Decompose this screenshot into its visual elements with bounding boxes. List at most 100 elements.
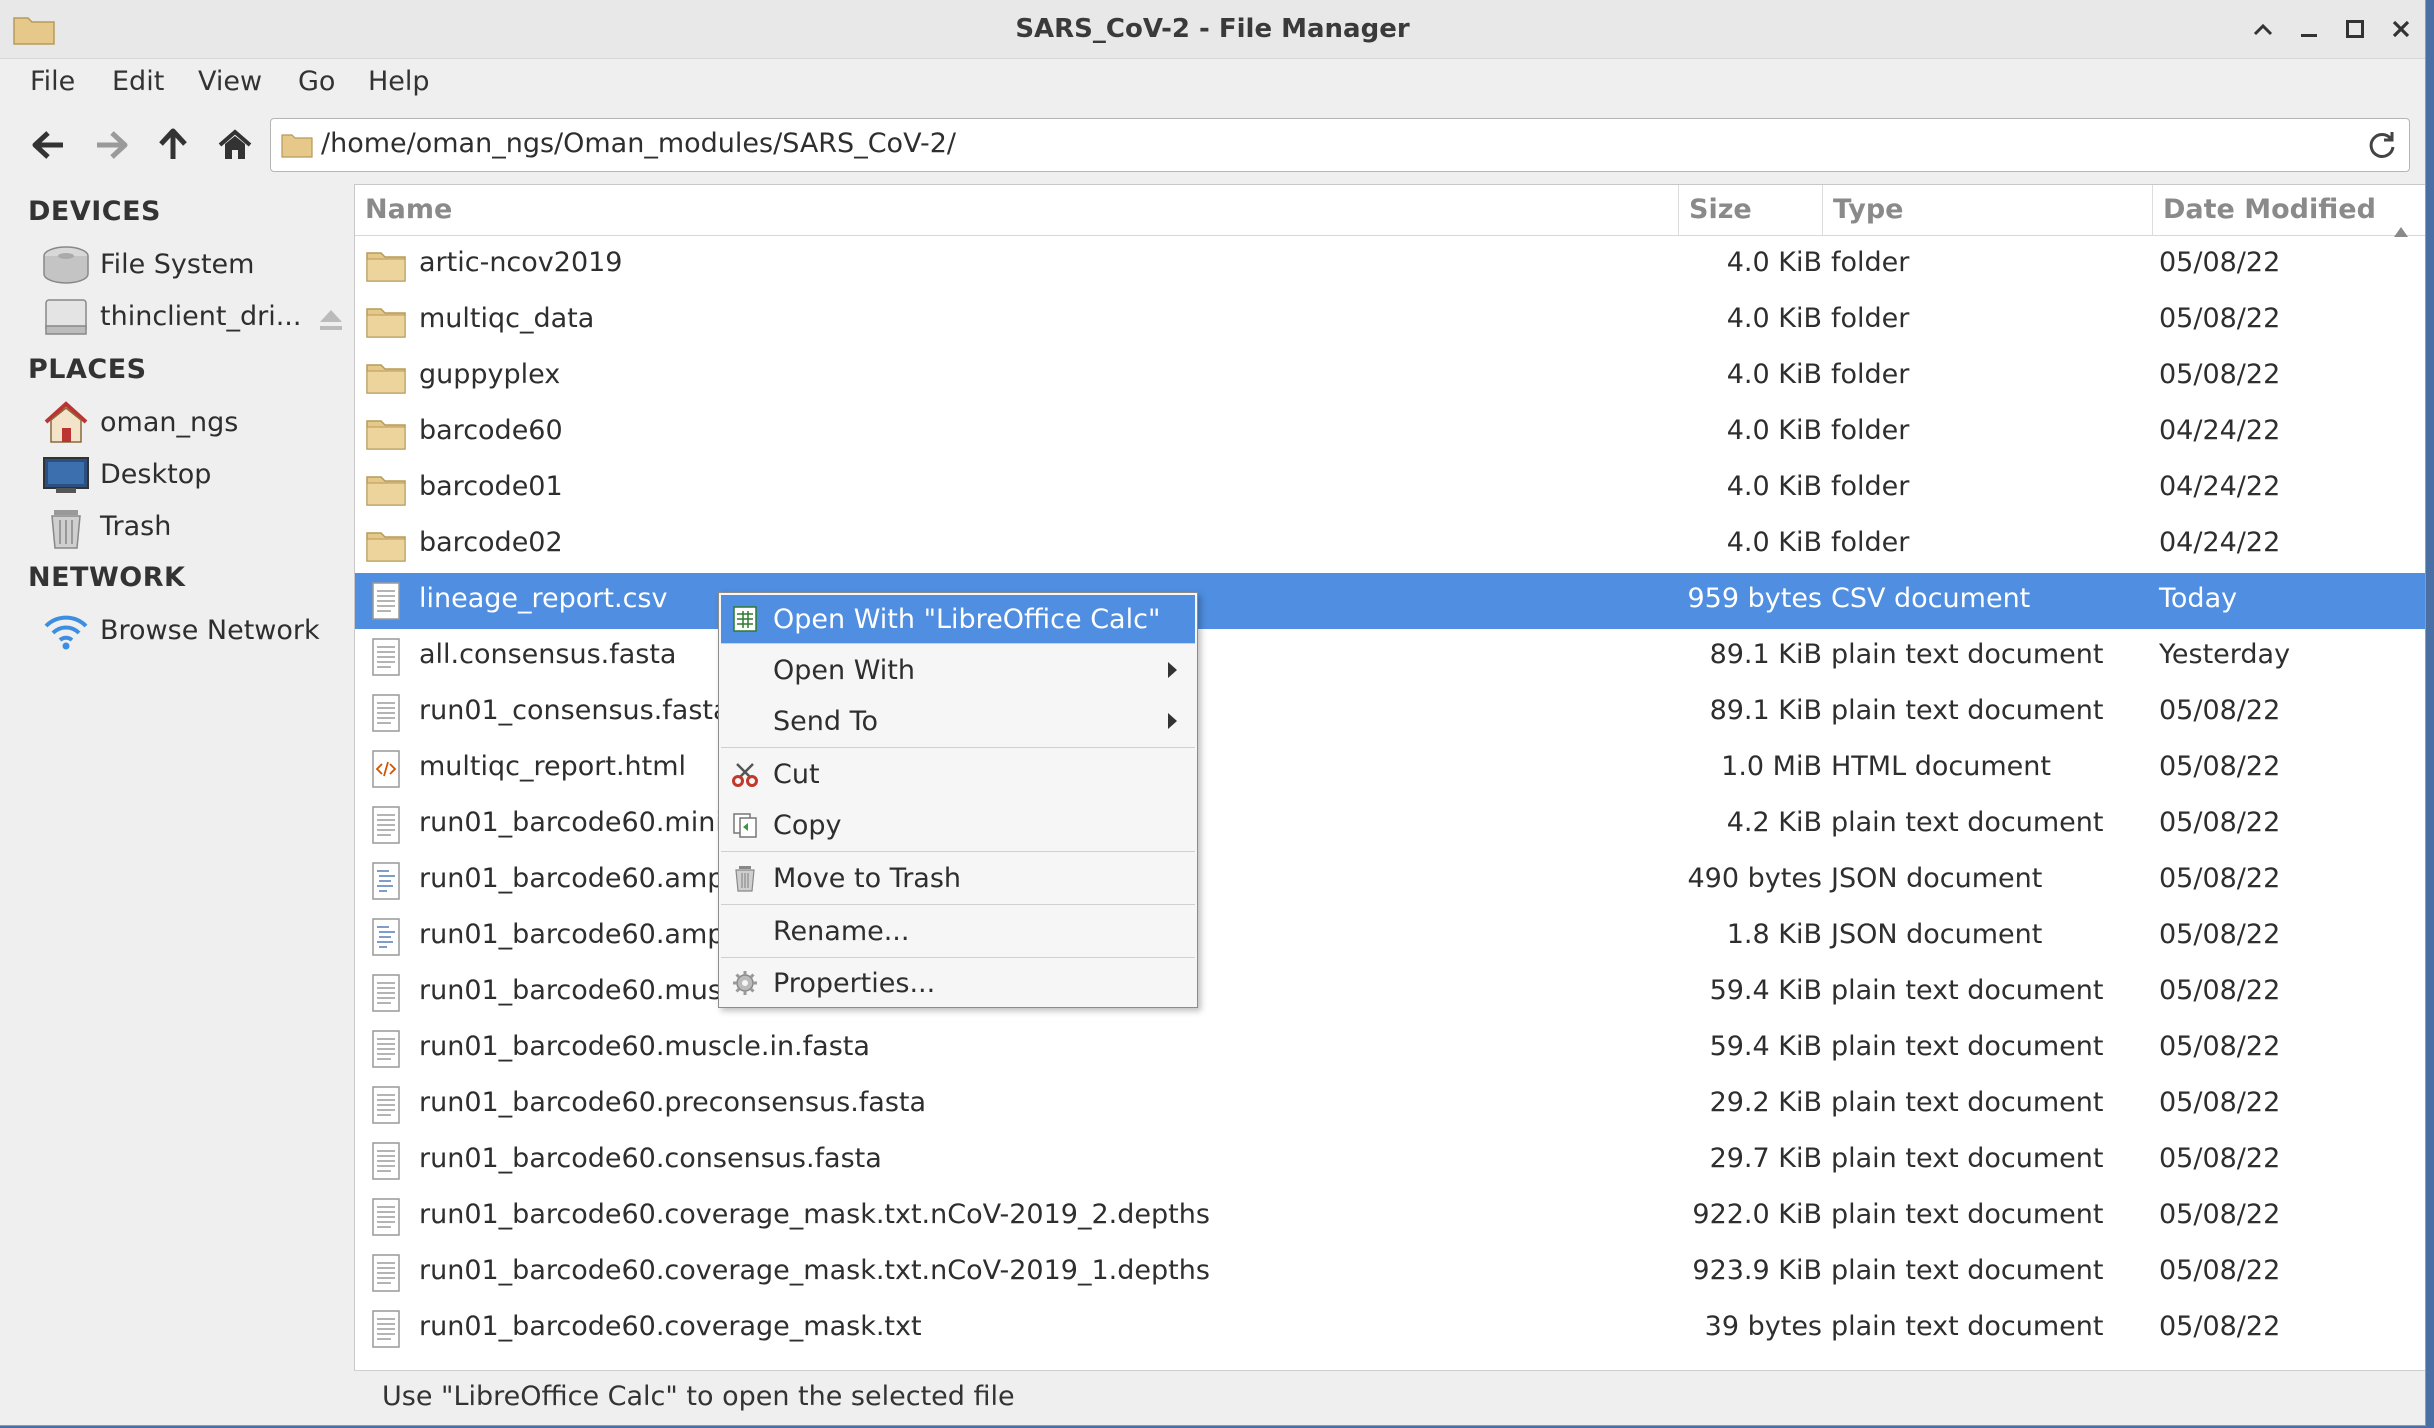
file-date: 05/08/22 — [2159, 359, 2281, 390]
toolbar — [0, 110, 2425, 180]
column-header-size[interactable]: Size — [1679, 185, 1823, 235]
table-row[interactable]: run01_barcode60.muscle.in.fasta 59.4 KiB p… — [355, 1021, 2425, 1077]
file-date: 05/08/22 — [2159, 303, 2281, 334]
table-row[interactable]: guppyplex 4.0 KiB folder 05/08/22 — [355, 349, 2425, 405]
file-type: JSON document — [1831, 863, 2043, 894]
file-type: folder — [1831, 303, 1910, 334]
file-size: 1.8 KiB — [1726, 919, 1822, 950]
table-row[interactable]: run01_barcode60.minic 4.2 KiB plain text d… — [355, 797, 2425, 853]
close-icon[interactable] — [2384, 12, 2418, 46]
file-list[interactable]: Name Size Type Date Modified artic-ncov2… — [354, 184, 2425, 1370]
file-date: 05/08/22 — [2159, 1311, 2281, 1342]
text-file-icon — [365, 1029, 407, 1069]
table-row[interactable]: all.consensus.fasta 89.1 KiB plain text do… — [355, 629, 2425, 685]
sidebar-item-browse-network[interactable]: Browse Network — [42, 608, 342, 654]
forward-arrow-icon[interactable] — [88, 122, 134, 168]
file-name: barcode02 — [419, 527, 563, 558]
address-input[interactable] — [321, 128, 2221, 159]
table-row[interactable]: lineage_report.csv 959 bytes CSV document T… — [355, 573, 2425, 629]
sidebar-item-file-system[interactable]: File System — [42, 242, 342, 288]
table-row[interactable]: artic-ncov2019 4.0 KiB folder 05/08/22 — [355, 237, 2425, 293]
table-row[interactable]: run01_barcode60.ampl 1.8 KiB JSON document… — [355, 909, 2425, 965]
trash-icon — [731, 864, 759, 892]
ctx-rename[interactable]: Rename... — [721, 907, 1195, 955]
eject-icon[interactable] — [318, 308, 344, 336]
table-row[interactable]: run01_barcode60.coverage_mask.txt.nCoV-2… — [355, 1245, 2425, 1301]
home-icon — [42, 400, 90, 446]
back-arrow-icon[interactable] — [26, 122, 72, 168]
minimize-icon[interactable] — [2292, 12, 2326, 46]
column-header-date-label: Date Modified — [2163, 194, 2376, 225]
ctx-separator — [721, 643, 1195, 644]
menu-edit[interactable]: Edit — [112, 66, 164, 97]
menu-help[interactable]: Help — [368, 66, 430, 97]
ctx-label: Send To — [773, 706, 879, 737]
ctx-label: Open With "LibreOffice Calc" — [773, 604, 1161, 635]
folder-icon — [365, 525, 407, 565]
file-name: barcode01 — [419, 471, 563, 502]
folder-icon — [365, 301, 407, 341]
file-type: plain text document — [1831, 1031, 2104, 1062]
table-row[interactable]: run01_barcode60.coverage_mask.txt 39 byte… — [355, 1301, 2425, 1357]
sidebar-item-desktop[interactable]: Desktop — [42, 452, 342, 498]
table-row[interactable]: run01_barcode60.preconsensus.fasta 29.2 K… — [355, 1077, 2425, 1133]
html-file-icon — [365, 749, 407, 789]
table-row[interactable]: barcode60 4.0 KiB folder 04/24/22 — [355, 405, 2425, 461]
ctx-copy[interactable]: Copy — [721, 801, 1195, 849]
menu-go[interactable]: Go — [298, 66, 335, 97]
column-header-name[interactable]: Name — [355, 185, 1679, 235]
address-bar[interactable] — [270, 118, 2410, 172]
up-arrow-icon[interactable] — [150, 122, 196, 168]
table-row[interactable]: barcode02 4.0 KiB folder 04/24/22 — [355, 517, 2425, 573]
chevron-up-icon[interactable] — [2246, 12, 2280, 46]
sidebar-item-thinclient-drive[interactable]: thinclient_dri... — [42, 294, 342, 340]
ctx-cut[interactable]: Cut — [721, 750, 1195, 798]
file-date: 05/08/22 — [2159, 919, 2281, 950]
file-size: 29.2 KiB — [1709, 1087, 1822, 1118]
harddisk-icon — [42, 242, 90, 288]
table-row[interactable]: run01_barcode60.ampl 490 bytes JSON docume… — [355, 853, 2425, 909]
sidebar-item-oman-ngs[interactable]: oman_ngs — [42, 400, 342, 446]
table-row[interactable]: multiqc_report.html 1.0 MiB HTML document 0… — [355, 741, 2425, 797]
menu-file[interactable]: File — [30, 66, 75, 97]
ctx-open-with[interactable]: Open With — [721, 646, 1195, 694]
file-date: 05/08/22 — [2159, 695, 2281, 726]
menu-view[interactable]: View — [198, 66, 262, 97]
column-header-type[interactable]: Type — [1823, 185, 2153, 235]
window-title: SARS_CoV-2 - File Manager — [1015, 14, 1410, 44]
file-type: folder — [1831, 415, 1910, 446]
folder-icon — [365, 357, 407, 397]
file-date: 05/08/22 — [2159, 1255, 2281, 1286]
ctx-label: Move to Trash — [773, 863, 962, 894]
table-row[interactable]: run01_barcode60.consensus.fasta 29.7 KiB p… — [355, 1133, 2425, 1189]
gear-icon — [731, 969, 759, 997]
column-header-date[interactable]: Date Modified — [2153, 185, 2425, 237]
sidebar-item-trash[interactable]: Trash — [42, 504, 342, 550]
file-size: 89.1 KiB — [1709, 639, 1822, 670]
ctx-move-to-trash[interactable]: Move to Trash — [721, 854, 1195, 902]
ctx-send-to[interactable]: Send To — [721, 697, 1195, 745]
table-row[interactable]: run01_barcode60.coverage_mask.txt.nCoV-2… — [355, 1189, 2425, 1245]
table-row[interactable]: multiqc_data 4.0 KiB folder 05/08/22 — [355, 293, 2425, 349]
title-bar[interactable]: SARS_CoV-2 - File Manager — [0, 0, 2425, 59]
file-type: plain text document — [1831, 1255, 2104, 1286]
reload-icon[interactable] — [2367, 130, 2397, 164]
ctx-properties[interactable]: Properties... — [721, 959, 1195, 1007]
ctx-label: Rename... — [773, 916, 910, 947]
context-menu: Open With "LibreOffice Calc" Open With S… — [718, 592, 1198, 1008]
ctx-open-with-calc[interactable]: Open With "LibreOffice Calc" — [721, 595, 1195, 643]
maximize-icon[interactable] — [2338, 12, 2372, 46]
file-type: folder — [1831, 471, 1910, 502]
folder-icon — [365, 469, 407, 509]
file-size: 59.4 KiB — [1709, 975, 1822, 1006]
ctx-label: Properties... — [773, 968, 936, 999]
file-size: 4.0 KiB — [1726, 303, 1822, 334]
table-row[interactable]: run01_consensus.fasta 89.1 KiB plain text … — [355, 685, 2425, 741]
sidebar-item-label: Desktop — [100, 459, 212, 490]
file-type: plain text document — [1831, 807, 2104, 838]
table-row[interactable]: barcode01 4.0 KiB folder 04/24/22 — [355, 461, 2425, 517]
home-icon[interactable] — [212, 122, 258, 168]
folder-icon — [281, 131, 313, 163]
file-size: 490 bytes — [1687, 863, 1823, 894]
table-row[interactable]: run01_barcode60.musc 59.4 KiB plain text d… — [355, 965, 2425, 1021]
